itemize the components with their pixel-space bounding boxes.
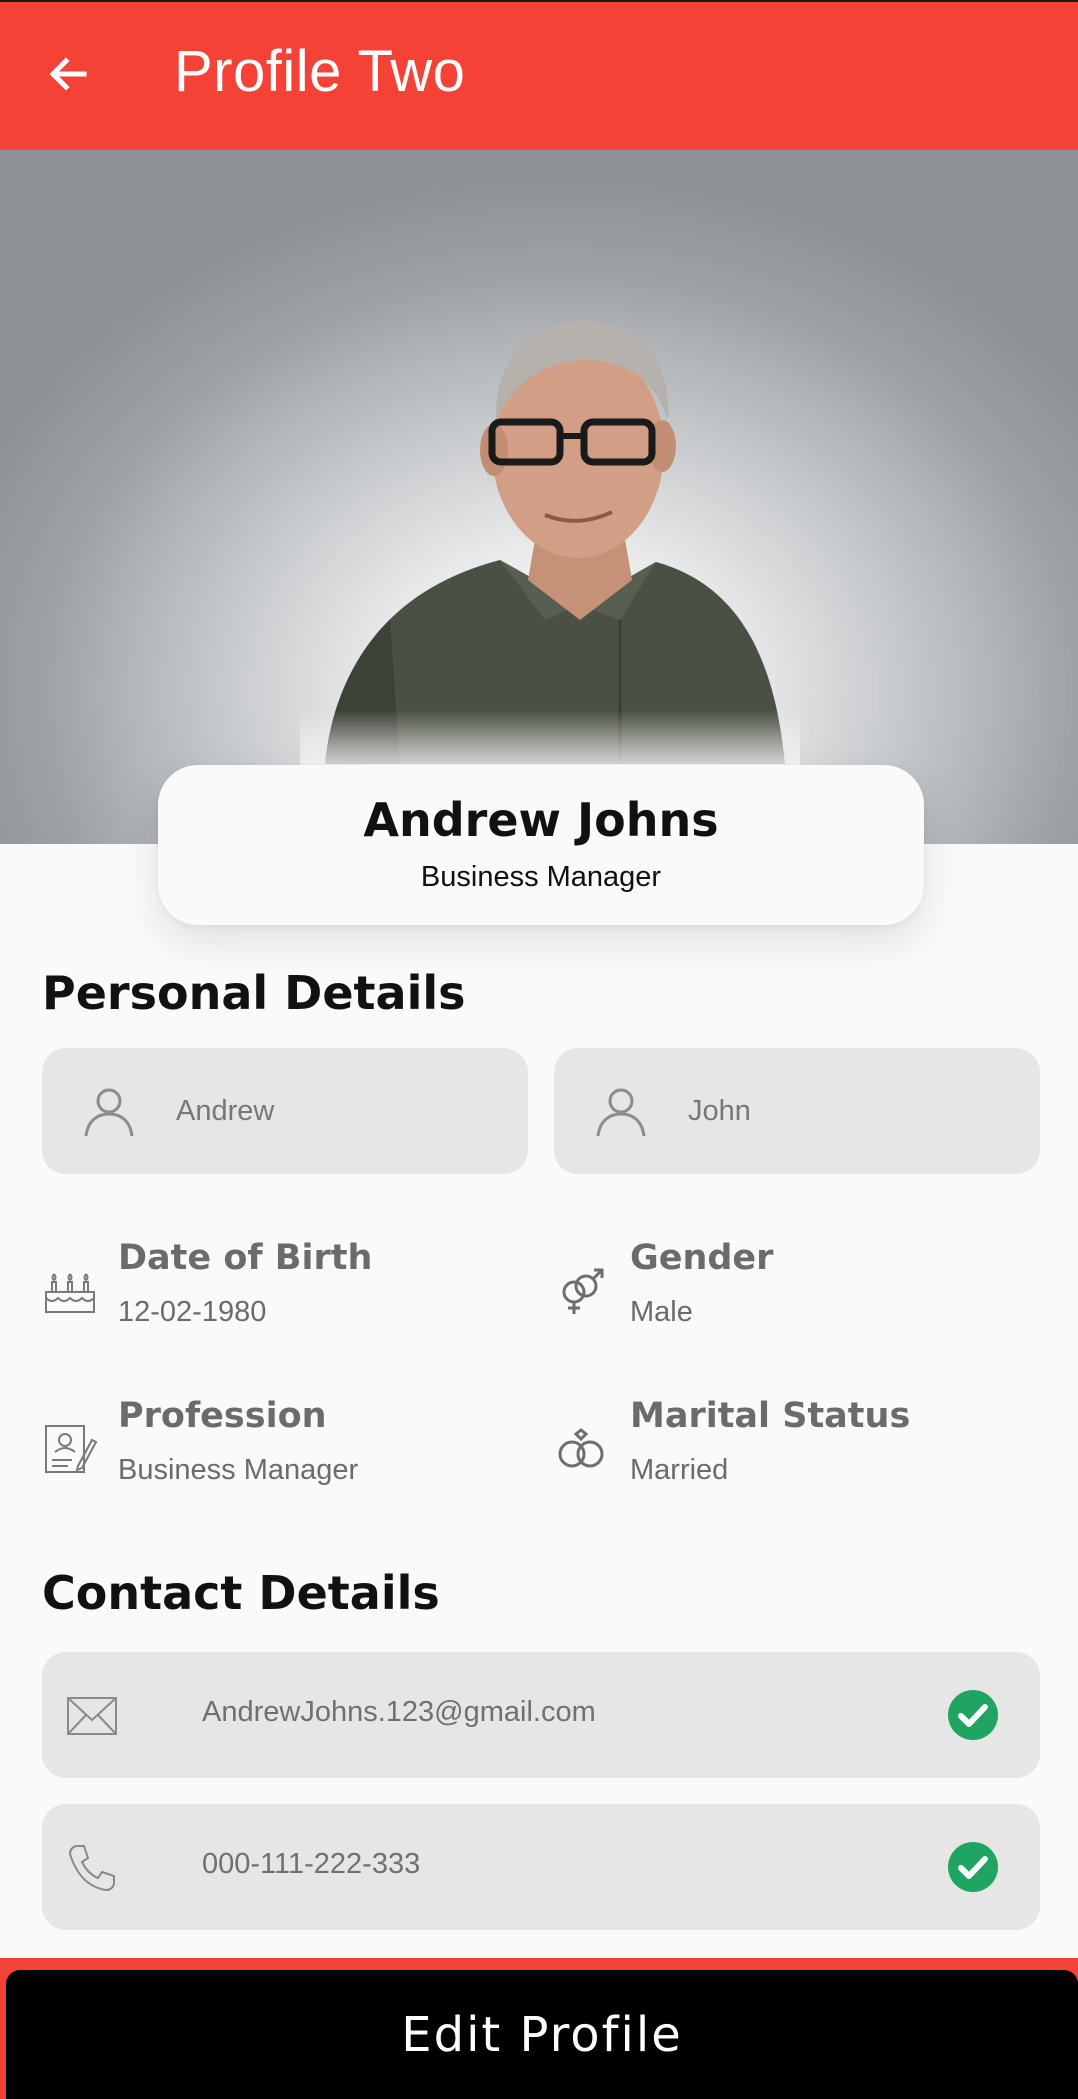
marital-status-value: Married xyxy=(630,1454,729,1486)
email-value: AndrewJohns.123@gmail.com xyxy=(202,1696,596,1728)
profession-label: Profession xyxy=(118,1396,327,1436)
edit-profile-button[interactable]: Edit Profile xyxy=(6,1970,1078,2099)
page-title: Profile Two xyxy=(174,39,466,104)
gender-detail: Gender Male xyxy=(554,1238,1034,1358)
phone-icon xyxy=(68,1845,115,1892)
marital-status-label: Marital Status xyxy=(630,1396,911,1436)
last-name-field[interactable]: John xyxy=(554,1048,1040,1174)
app-bar: Profile Two xyxy=(0,0,1078,150)
gender-icon xyxy=(562,1268,604,1314)
profession-value: Business Manager xyxy=(118,1454,359,1486)
personal-details-heading: Personal Details xyxy=(42,966,466,1020)
first-name-value: Andrew xyxy=(176,1094,275,1127)
details-scroll-area: Profession Business Manager Marital Stat… xyxy=(0,1376,1078,1492)
profile-photo-illustration xyxy=(300,321,800,770)
dob-label: Date of Birth xyxy=(118,1238,373,1278)
gender-label: Gender xyxy=(630,1238,774,1278)
profile-name-card: Andrew Johns Business Manager xyxy=(158,765,924,925)
contact-details-heading: Contact Details xyxy=(42,1566,440,1620)
date-of-birth-detail: Date of Birth 12-02-1980 xyxy=(42,1238,522,1358)
birthday-cake-icon xyxy=(45,1273,95,1313)
profession-document-icon xyxy=(45,1425,98,1473)
envelope-icon xyxy=(67,1697,117,1735)
arrow-left-icon xyxy=(49,57,87,91)
gender-value: Male xyxy=(630,1296,693,1328)
rings-icon xyxy=(558,1428,604,1468)
first-name-field[interactable]: Andrew xyxy=(42,1048,528,1174)
last-name-value: John xyxy=(688,1094,751,1127)
back-button[interactable] xyxy=(40,46,96,102)
edit-profile-label: Edit Profile xyxy=(401,2006,683,2063)
profile-name: Andrew Johns xyxy=(363,793,719,847)
bottom-action-bar: Edit Profile xyxy=(0,1958,1078,2099)
person-icon xyxy=(596,1088,646,1137)
dob-value: 12-02-1980 xyxy=(118,1296,267,1328)
profile-cover-photo xyxy=(0,150,1078,844)
profile-role: Business Manager xyxy=(420,861,662,893)
marital-status-detail: Marital Status Married xyxy=(554,1396,1034,1492)
phone-value: 000-111-222-333 xyxy=(202,1848,421,1880)
phone-field[interactable]: 000-111-222-333 xyxy=(42,1804,1040,1930)
verified-check-icon xyxy=(948,1842,998,1892)
email-field[interactable]: AndrewJohns.123@gmail.com xyxy=(42,1652,1040,1778)
person-icon xyxy=(84,1088,134,1137)
verified-check-icon xyxy=(948,1690,998,1740)
profession-detail: Profession Business Manager xyxy=(42,1396,522,1492)
